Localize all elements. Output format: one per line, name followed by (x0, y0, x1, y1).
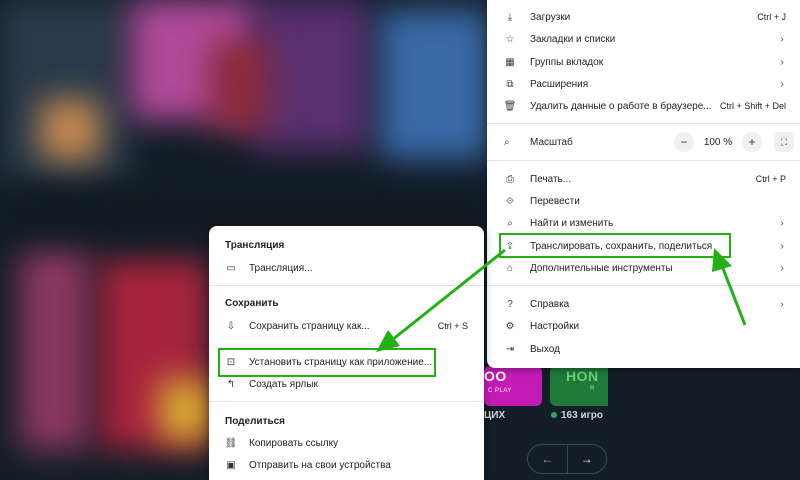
menu-divider (487, 123, 800, 124)
menu-item-tab-groups[interactable]: ▦ Группы вкладок › (487, 51, 800, 73)
next-arrow-button[interactable]: → (566, 445, 607, 473)
prev-arrow-button[interactable]: ← (528, 445, 567, 473)
section-heading-save: Сохранить (225, 298, 279, 309)
submenu-item-save-page[interactable]: ⇩ Сохранить страницу как... Ctrl + S (209, 316, 484, 336)
menu-item-more-tools[interactable]: ⌂ Дополнительные инструменты › (487, 257, 800, 279)
tab-groups-icon: ▦ (505, 56, 515, 68)
star-icon: ☆ (505, 33, 515, 45)
print-icon: ⎙ (506, 173, 514, 185)
menu-item-bookmarks[interactable]: ☆ Закладки и списки › (487, 28, 800, 50)
menu-item-clear-data[interactable]: 🗑 Удалить данные о работе в браузере... … (487, 95, 800, 117)
save-page-icon: ⇩ (226, 320, 236, 332)
game-tile-title: HON (566, 368, 599, 384)
submenu-item-copy-link[interactable]: ⛓ Копировать ссылку (209, 433, 484, 453)
toolbox-icon: ⌂ (506, 262, 514, 274)
menu-divider (209, 401, 484, 402)
menu-divider (209, 285, 484, 286)
submenu-item-cast[interactable]: ▭ Трансляция... (209, 258, 484, 278)
shortcut-icon: ↰ (226, 378, 236, 390)
chevron-right-icon: › (780, 240, 784, 252)
trash-icon: 🗑 (503, 100, 517, 112)
download-icon: ⤓ (507, 11, 513, 23)
chevron-right-icon: › (780, 298, 784, 310)
menu-item-print[interactable]: ⎙ Печать... Ctrl + P (487, 168, 800, 190)
menu-divider (487, 160, 800, 161)
fullscreen-button[interactable]: ⛶ (774, 132, 794, 152)
menu-divider (487, 285, 800, 286)
zoom-icon: ⌕ (504, 136, 510, 148)
submenu-item-create-shortcut[interactable]: ↰ Создать ярлык (209, 374, 484, 394)
zoom-row: ⌕ Масштаб − 100 % + ⛶ (487, 130, 800, 154)
zoom-value: 100 % (703, 136, 733, 148)
link-icon: ⛓ (224, 437, 238, 449)
devices-icon: ▣ (226, 459, 236, 471)
settings-icon: ⚙ (505, 320, 515, 332)
zoom-label: Масштаб (530, 136, 573, 148)
chevron-right-icon: › (780, 33, 784, 45)
submenu-item-send-devices[interactable]: ▣ Отправить на свои устройства (209, 455, 484, 475)
browser-main-menu: ⤓ Загрузки Ctrl + J ☆ Закладки и списки … (487, 0, 800, 368)
exit-icon: ⇥ (505, 343, 515, 355)
section-heading-cast: Трансляция (225, 240, 285, 251)
game-players-count: 163 игро (551, 410, 603, 421)
cast-icon: ▭ (226, 262, 236, 274)
find-icon: ⌕ (507, 217, 513, 229)
game-caption: ЦИХ (484, 410, 506, 421)
menu-item-settings[interactable]: ⚙ Настройки (487, 315, 800, 337)
highlight-box-cast-save-share (499, 233, 731, 258)
help-icon: ? (507, 298, 513, 310)
carousel-pager: ← → (527, 444, 607, 474)
section-heading-share: Поделиться (225, 416, 286, 427)
extension-icon: ⧉ (506, 78, 514, 90)
menu-item-translate[interactable]: ⟐ Перевести (487, 190, 800, 212)
chevron-right-icon: › (780, 56, 784, 68)
game-tile-title: OO (484, 368, 507, 384)
translate-icon: ⟐ (506, 195, 514, 207)
zoom-out-button[interactable]: − (674, 132, 694, 152)
chevron-right-icon: › (780, 217, 784, 229)
highlight-box-install-app (218, 348, 436, 377)
online-dot-icon (551, 412, 557, 418)
chevron-right-icon: › (780, 262, 784, 274)
game-tile-subtitle: R (590, 386, 595, 392)
menu-item-downloads[interactable]: ⤓ Загрузки Ctrl + J (487, 6, 800, 28)
menu-item-extensions[interactable]: ⧉ Расширения › (487, 73, 800, 95)
zoom-in-button[interactable]: + (742, 132, 762, 152)
menu-item-find-edit[interactable]: ⌕ Найти и изменить › (487, 212, 800, 234)
chevron-right-icon: › (780, 78, 784, 90)
menu-item-exit[interactable]: ⇥ Выход (487, 338, 800, 360)
game-tile-subtitle: C PLAY (488, 388, 512, 394)
menu-item-help[interactable]: ? Справка › (487, 293, 800, 315)
